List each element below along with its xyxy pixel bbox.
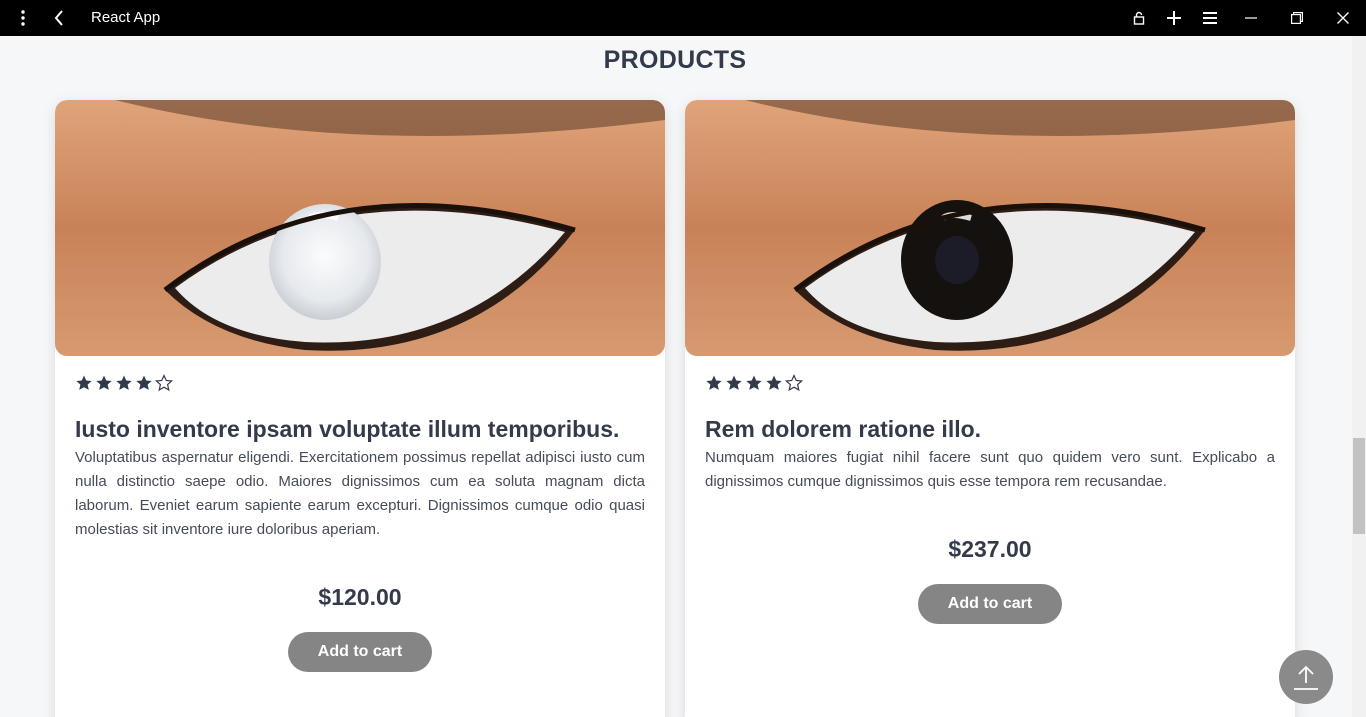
add-to-cart-button[interactable]: Add to cart	[288, 632, 432, 672]
product-price: $237.00	[948, 536, 1032, 562]
product-card: Iusto inventore ipsam voluptate illum te…	[55, 100, 665, 717]
back-icon[interactable]	[48, 0, 70, 36]
product-image[interactable]	[55, 100, 665, 356]
vertical-scrollbar[interactable]	[1352, 36, 1366, 717]
menu-icon[interactable]	[1199, 0, 1221, 36]
star-filled-icon	[746, 375, 762, 390]
arrow-up-icon	[1294, 665, 1318, 690]
rating-stars	[705, 374, 803, 392]
restore-icon[interactable]	[1286, 0, 1308, 36]
minimize-icon[interactable]	[1240, 0, 1262, 36]
product-name[interactable]: Iusto inventore ipsam voluptate illum te…	[75, 416, 645, 443]
scroll-to-top-button[interactable]	[1279, 650, 1333, 704]
product-image[interactable]	[685, 100, 1295, 356]
product-description: Voluptatibus aspernatur eligendi. Exerci…	[75, 449, 645, 538]
star-filled-icon	[76, 375, 92, 390]
lock-icon[interactable]	[1130, 0, 1148, 36]
product-description: Numquam maiores fugiat nihil facere sunt…	[705, 449, 1275, 490]
add-to-cart-button[interactable]: Add to cart	[918, 584, 1062, 624]
close-icon[interactable]	[1332, 0, 1354, 36]
section-title: PRODUCTS	[603, 46, 747, 74]
star-filled-icon	[766, 375, 782, 390]
star-filled-icon	[136, 375, 152, 390]
star-empty-icon	[785, 374, 803, 392]
more-vertical-icon[interactable]	[12, 0, 34, 36]
plus-icon[interactable]	[1163, 0, 1185, 36]
scrollbar-thumb[interactable]	[1353, 438, 1365, 534]
star-filled-icon	[96, 375, 112, 390]
product-name[interactable]: Rem dolorem ratione illo.	[705, 416, 1275, 443]
title-bar: React App	[0, 0, 1366, 36]
star-empty-icon	[155, 374, 173, 392]
product-price: $120.00	[318, 584, 402, 610]
window-title: React App	[91, 9, 161, 26]
product-card: Rem dolorem ratione illo. Numquam maiore…	[685, 100, 1295, 717]
star-filled-icon	[726, 375, 742, 390]
star-filled-icon	[116, 375, 132, 390]
rating-stars	[75, 374, 173, 392]
star-filled-icon	[706, 375, 722, 390]
products-page: PRODUCTS Iusto inventore ipsam voluptate…	[0, 36, 1352, 717]
